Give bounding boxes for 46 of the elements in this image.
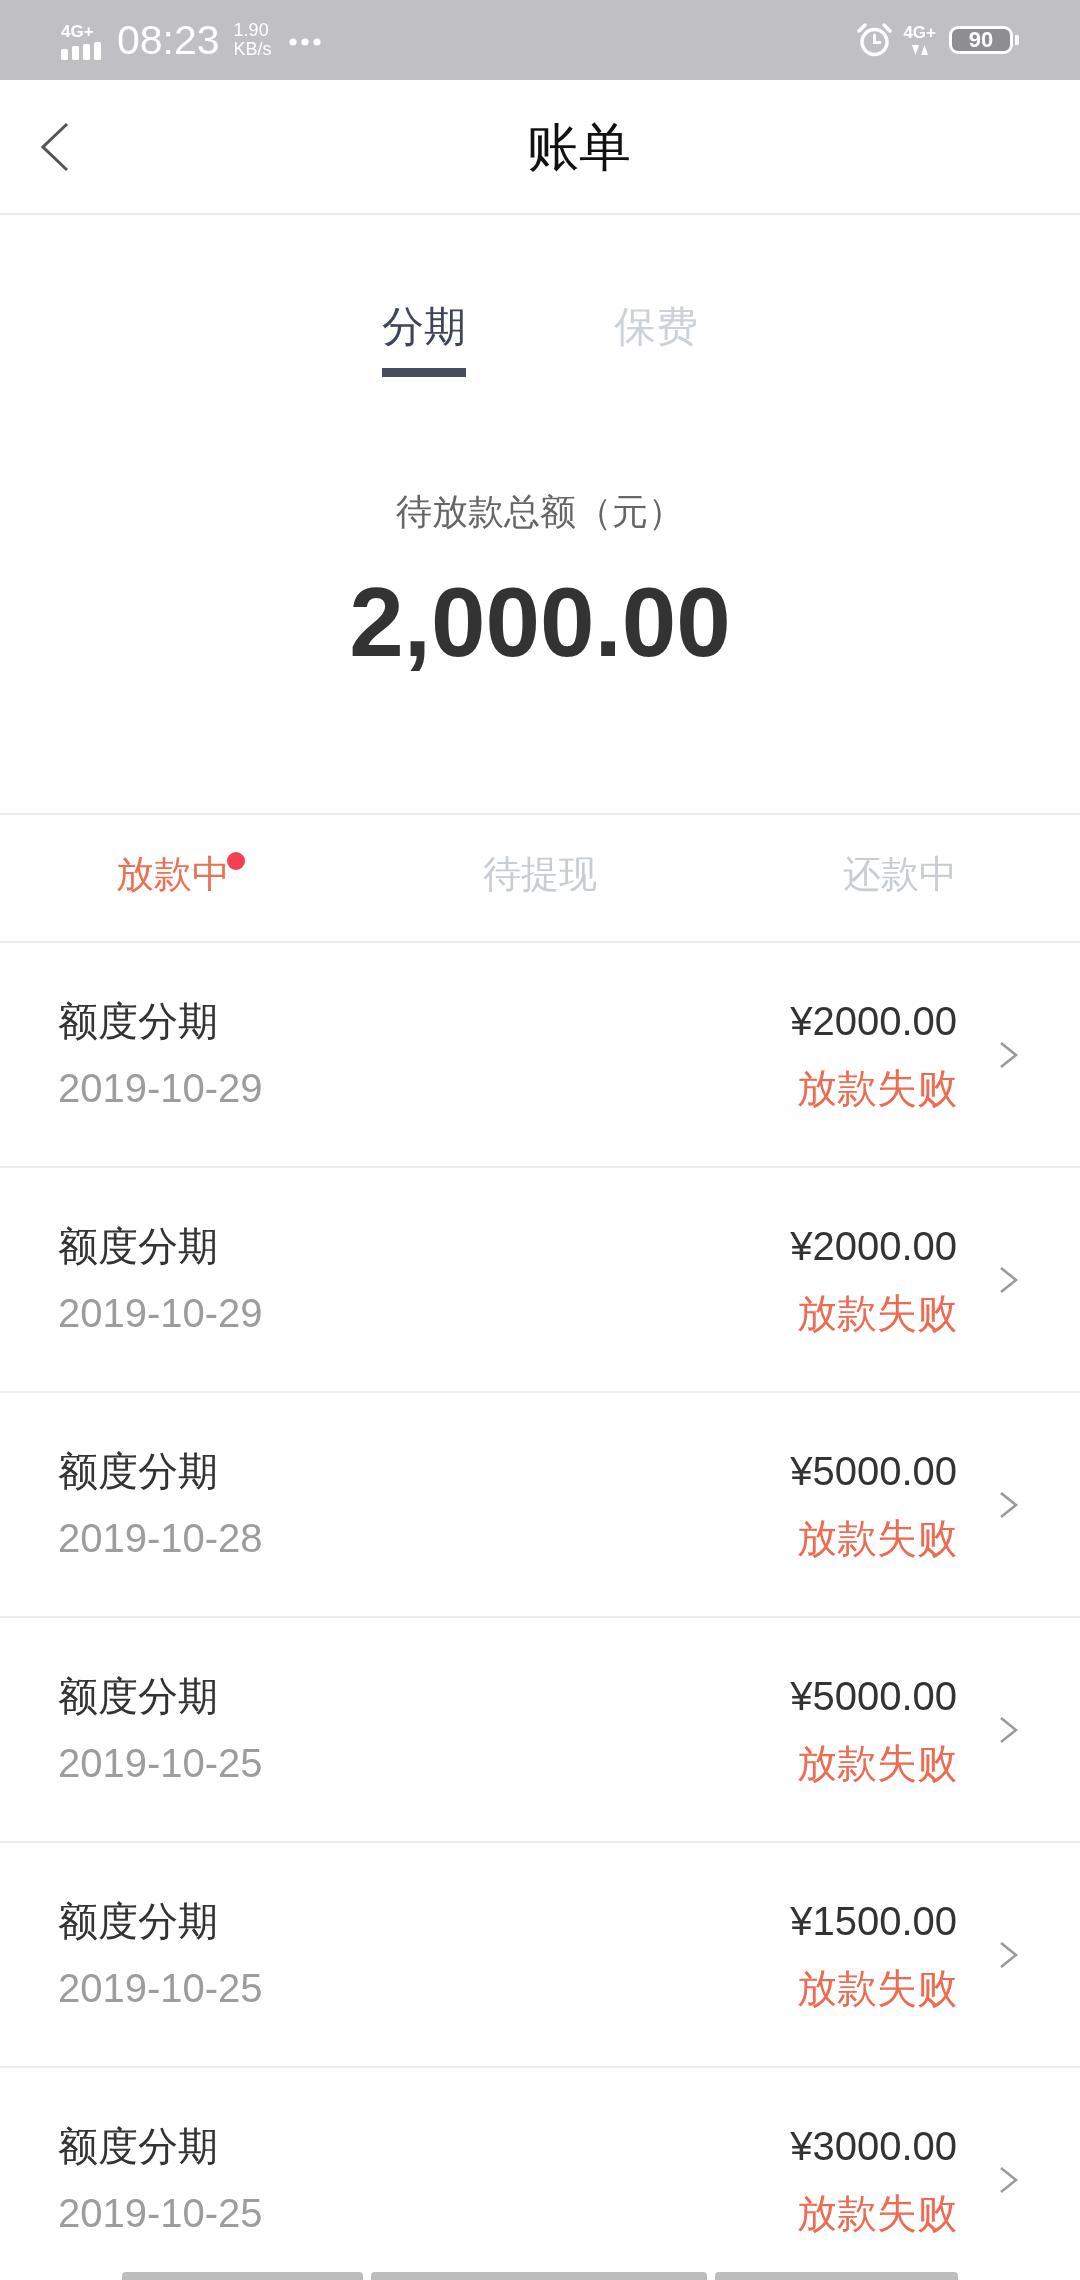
bill-amount: ¥1500.00 bbox=[790, 1898, 957, 1945]
bill-amount: ¥2000.00 bbox=[790, 1223, 957, 1270]
bill-date: 2019-10-25 bbox=[58, 2190, 263, 2237]
bill-status: 放款失败 bbox=[797, 1515, 957, 1562]
chevron-right-icon bbox=[999, 1490, 1018, 1519]
bill-title: 额度分期 bbox=[58, 1223, 218, 1270]
network-type-label: 4G+ bbox=[903, 24, 936, 41]
filter-tab[interactable]: 放款中 bbox=[115, 852, 230, 896]
alarm-clock-icon bbox=[857, 22, 893, 58]
chevron-right-icon bbox=[999, 2165, 1018, 2194]
bill-title: 额度分期 bbox=[58, 998, 218, 1045]
bill-title: 额度分期 bbox=[58, 1448, 218, 1495]
network-speed-unit: KB/s bbox=[233, 40, 272, 59]
bill-date: 2019-10-28 bbox=[58, 1515, 263, 1562]
network-speed-value: 1.90 bbox=[233, 21, 270, 40]
bill-amount: ¥2000.00 bbox=[790, 998, 957, 1045]
bill-status: 放款失败 bbox=[797, 1740, 957, 1787]
bill-title: 额度分期 bbox=[58, 1673, 218, 1720]
bill-status: 放款失败 bbox=[797, 2190, 957, 2237]
chevron-right-icon bbox=[999, 1940, 1018, 1969]
bill-status: 放款失败 bbox=[797, 1290, 957, 1337]
bill-title: 额度分期 bbox=[58, 2123, 218, 2170]
chevron-right-icon bbox=[999, 1265, 1018, 1294]
page-title: 账单 bbox=[525, 116, 632, 177]
battery-indicator: 90 bbox=[949, 26, 1019, 54]
bill-date: 2019-10-29 bbox=[58, 1065, 263, 1112]
bill-date: 2019-10-25 bbox=[58, 1965, 263, 2012]
bill-status: 放款失败 bbox=[797, 1065, 957, 1112]
tab[interactable]: 分期 bbox=[382, 303, 466, 377]
back-icon bbox=[41, 121, 69, 172]
chevron-right-icon bbox=[999, 1040, 1018, 1069]
bill-amount: ¥5000.00 bbox=[790, 1673, 957, 1720]
chevron-right-icon bbox=[999, 1715, 1018, 1744]
bill-amount: ¥3000.00 bbox=[790, 2123, 957, 2170]
bill-date: 2019-10-25 bbox=[58, 1740, 263, 1787]
signal-bars-icon bbox=[61, 41, 102, 60]
bill-title: 额度分期 bbox=[58, 1898, 218, 1945]
clock-time: 08:23 bbox=[117, 17, 220, 63]
bill-date: 2019-10-29 bbox=[58, 1290, 263, 1337]
network-type-label: 4G+ bbox=[61, 22, 94, 40]
more-dots-icon bbox=[288, 38, 321, 46]
bill-status: 放款失败 bbox=[797, 1965, 957, 2012]
total-label: 待放款总额（元） bbox=[396, 490, 684, 534]
data-arrows-icon bbox=[911, 44, 928, 56]
total-amount: 2,000.00 bbox=[349, 573, 731, 671]
bill-amount: ¥5000.00 bbox=[790, 1448, 957, 1495]
